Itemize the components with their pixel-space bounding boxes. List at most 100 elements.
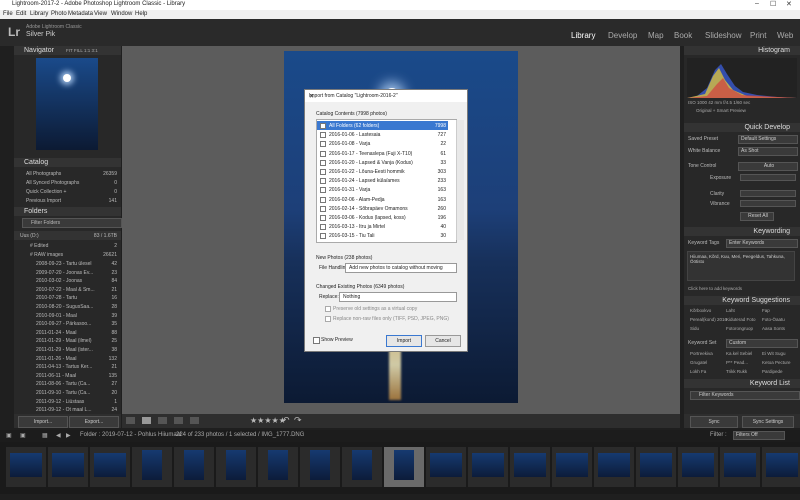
filter-keywords-input[interactable]: Filter Keywords — [690, 391, 800, 400]
keyword-chip[interactable]: Sidu — [690, 326, 699, 331]
keyword-set-select[interactable]: Custom — [726, 339, 798, 348]
keyword-chip[interactable]: Pereal(kond) 2016 — [690, 317, 727, 322]
navigator-zoom-options[interactable]: FIT FILL 1:1 3:1 — [66, 48, 98, 53]
keyword-list-header[interactable]: Keyword List — [684, 379, 800, 388]
module-web[interactable]: Web — [777, 31, 793, 40]
filmstrip-source[interactable]: Folder : 2019-07-12 - Pohlus Hiiumaal — [80, 432, 181, 438]
import-button[interactable]: Import... — [18, 416, 68, 428]
forward-arrow-icon[interactable]: ▶ — [66, 432, 71, 439]
catalog-folder-item[interactable]: 2016-01-24 - Lapsed küla/ames 233 — [317, 176, 448, 185]
filmstrip-thumbnail[interactable] — [468, 447, 508, 487]
folder-checkbox[interactable] — [320, 178, 326, 185]
rotate-left-icon[interactable]: ↶ — [282, 415, 290, 426]
cancel-button[interactable]: Cancel — [425, 335, 461, 347]
file-handling-select[interactable]: Add new photos to catalog without moving — [345, 263, 457, 273]
sync-settings-button[interactable]: Sync Settings — [742, 416, 794, 428]
catalog-folder-item[interactable]: 2016-01-22 - Lõuna-Eesti hommik 303 — [317, 167, 448, 176]
navigator-preview[interactable] — [36, 58, 98, 150]
add-keywords-field[interactable]: Click here to add keywords — [688, 286, 742, 291]
filmstrip-thumbnail[interactable] — [132, 447, 172, 487]
replace-select[interactable]: Nothing — [339, 292, 457, 302]
keyword-chip[interactable]: Pardipede — [762, 369, 783, 374]
filmstrip-thumbnail[interactable] — [6, 447, 46, 487]
volume-row[interactable]: Uus (D:) 83 / 1.6TB — [14, 231, 121, 240]
keyword-chip[interactable]: Portreekiva — [690, 351, 713, 356]
folder-checkbox[interactable] — [320, 205, 326, 212]
keyword-chip[interactable]: Foto-Öaatu — [762, 317, 785, 322]
preserve-checkbox[interactable] — [325, 306, 331, 312]
nonraw-checkbox[interactable] — [325, 316, 331, 322]
keyword-chip[interactable]: Kõrboxkvo — [690, 308, 711, 313]
filmstrip-thumbnail[interactable] — [174, 447, 214, 487]
module-map[interactable]: Map — [648, 31, 664, 40]
folder-raw[interactable]: # RAW images 26621 — [14, 250, 121, 259]
folders-header[interactable]: Folders — [14, 207, 121, 216]
filmstrip-thumbnail[interactable] — [594, 447, 634, 487]
filter-select[interactable]: Filters Off — [733, 431, 785, 440]
module-book[interactable]: Book — [674, 31, 692, 40]
sync-button[interactable]: Sync — [690, 416, 738, 428]
catalog-folder-item[interactable]: 2016-02-06 - Alam-Pedja 163 — [317, 195, 448, 204]
catalog-item-all[interactable]: All Photographs 26359 — [14, 169, 121, 178]
filmstrip-thumbnail[interactable] — [48, 447, 88, 487]
filmstrip-thumbnail[interactable] — [636, 447, 676, 487]
show-preview-checkbox[interactable] — [313, 337, 320, 344]
compare-view-icon[interactable] — [158, 417, 167, 424]
exposure-adjust-buttons[interactable] — [740, 174, 796, 181]
keyword-chip[interactable]: P** Pead... — [726, 360, 748, 365]
keyword-chip[interactable]: Trikk Rukk — [726, 369, 747, 374]
folder-checkbox[interactable] — [320, 123, 326, 129]
catalog-folder-item[interactable]: 2016-01-06 - Lastesaia 727 — [317, 130, 448, 139]
module-slideshow[interactable]: Slideshow — [705, 31, 741, 40]
grid-icon[interactable]: ▦ — [42, 432, 48, 439]
keyword-chip[interactable]: Ei Wit Sugu — [762, 351, 786, 356]
rating-stars[interactable]: ★★★★★ — [250, 416, 286, 425]
histogram-header[interactable]: Histogram — [684, 46, 800, 55]
close-window-button[interactable]: ✕ — [786, 0, 792, 8]
survey-view-icon[interactable] — [174, 417, 183, 424]
export-button[interactable]: Export... — [69, 416, 119, 428]
folder-checkbox[interactable] — [320, 224, 326, 231]
menu-metadata[interactable]: Metadata — [68, 11, 93, 17]
keyword-chip[interactable]: Ka.kel Sebiel — [726, 351, 752, 356]
filmstrip-thumbnail[interactable] — [720, 447, 760, 487]
folder-checkbox[interactable] — [320, 141, 326, 148]
module-library[interactable]: Library — [571, 31, 595, 40]
import-confirm-button[interactable]: Import — [386, 335, 422, 347]
catalog-folder-item[interactable]: 2016-01-17 - Teenaslepa (Fuji X-T10) 61 — [317, 149, 448, 158]
keyword-chip[interactable]: Kiduterad Foto — [726, 317, 756, 322]
list-scrollbar[interactable] — [456, 120, 464, 240]
keywording-header[interactable]: Keywording — [684, 227, 800, 236]
filmstrip-thumbnail[interactable] — [342, 447, 382, 487]
keyword-suggestions-header[interactable]: Keyword Suggestions — [684, 296, 800, 305]
menu-view[interactable]: View — [94, 11, 107, 17]
catalog-folder-item[interactable]: 2016-03-13 - Itru ja Mirtel 40 — [317, 222, 448, 231]
filmstrip-thumbnail[interactable] — [90, 447, 130, 487]
filmstrip-thumbnail[interactable] — [762, 447, 800, 487]
keywords-textarea[interactable]: Hiiumaa, Kõrd, Kuu, Meri, Peegeldus, Tah… — [687, 251, 795, 281]
saved-preset-select[interactable]: Default Settings — [738, 135, 798, 144]
folder-checkbox[interactable] — [320, 150, 326, 157]
keyword-chip[interactable]: Laht — [726, 308, 735, 313]
vibrance-adjust-buttons[interactable] — [740, 200, 796, 207]
folder-edited[interactable]: # Edited 2 — [14, 241, 121, 250]
menu-window[interactable]: Window — [111, 11, 132, 17]
menu-edit[interactable]: Edit — [16, 11, 26, 17]
catalog-folder-item[interactable]: 2016-03-06 - Kodus (lapsed, koss) 196 — [317, 213, 448, 222]
catalog-item-synced[interactable]: All Synced Photographs 0 — [14, 178, 121, 187]
menu-help[interactable]: Help — [135, 11, 147, 17]
catalog-folder-item[interactable]: All Folders (62 folders) 7998 — [317, 121, 448, 130]
quick-develop-header[interactable]: Quick Develop — [684, 123, 800, 132]
folder-checkbox[interactable] — [320, 132, 326, 139]
folder-checkbox[interactable] — [320, 169, 326, 175]
catalog-folder-item[interactable]: 2016-01-31 - Varja 163 — [317, 185, 448, 194]
screen-2-icon[interactable]: ▣ — [20, 432, 26, 439]
white-balance-select[interactable]: As Shot — [738, 147, 798, 156]
catalog-item-previous[interactable]: Previous Import 141 — [14, 196, 121, 205]
keyword-chip[interactable]: Fap — [762, 308, 770, 313]
keyword-chip[interactable]: Lokh Fa — [690, 369, 706, 374]
filmstrip-thumbnail[interactable] — [510, 447, 550, 487]
module-develop[interactable]: Develop — [608, 31, 637, 40]
catalog-folder-item[interactable]: 2016-01-08 - Varja 22 — [317, 139, 448, 148]
loupe-view-icon[interactable] — [142, 417, 151, 424]
